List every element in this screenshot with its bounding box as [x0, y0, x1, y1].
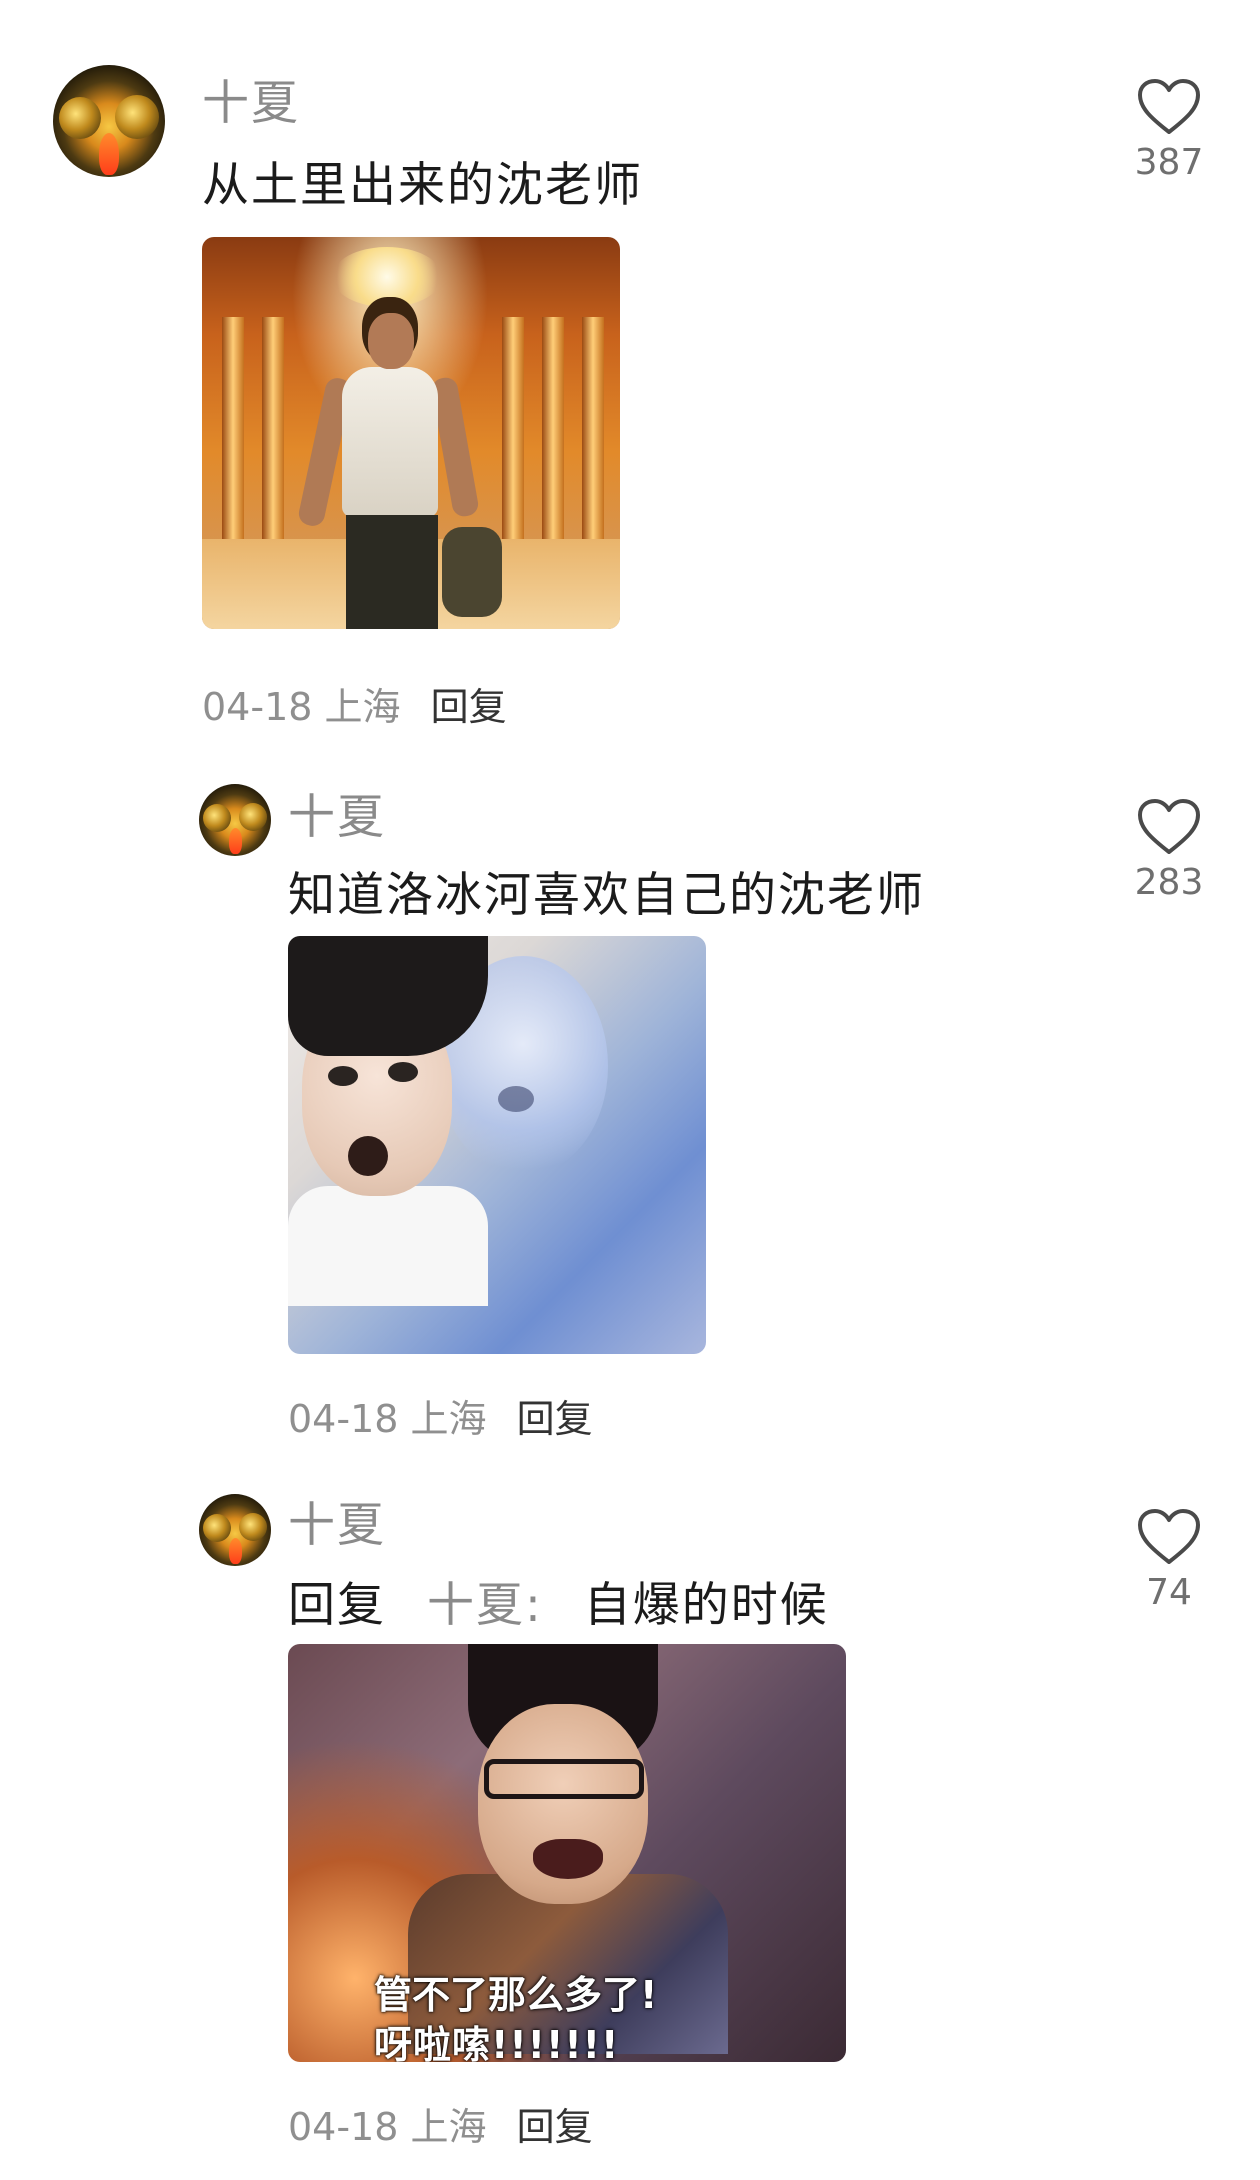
- avatar-eye-right: [239, 803, 267, 831]
- avatar[interactable]: [199, 1494, 271, 1566]
- username[interactable]: 十夏: [202, 64, 300, 133]
- comment-date: 04-18: [202, 685, 313, 729]
- reply-body: 自爆的时候: [583, 1578, 829, 1633]
- comment-image[interactable]: [288, 936, 706, 1354]
- reply-button[interactable]: 回复: [431, 685, 507, 729]
- avatar-eye-left: [203, 1514, 231, 1542]
- person-eye: [328, 1066, 358, 1086]
- avatar-flame: [99, 133, 119, 175]
- person-pants: [346, 515, 438, 629]
- reply-item: 十夏 知道洛冰河喜欢自己的沈老师 04-18 上海 回复 283: [0, 760, 1260, 1470]
- reply-button[interactable]: 回复: [517, 2105, 593, 2149]
- comment-image[interactable]: [202, 237, 620, 629]
- avatar-eye-left: [203, 804, 231, 832]
- reply-prefix: 回复: [288, 1578, 386, 1633]
- username[interactable]: 十夏: [288, 778, 386, 847]
- avatar-flame: [229, 1538, 242, 1564]
- avatar-eye-right: [239, 1513, 267, 1541]
- image-caption: 呀啦嗦!!!!!!!: [374, 2023, 620, 2062]
- heart-outline-icon: [1138, 79, 1200, 134]
- avatar[interactable]: [53, 65, 165, 177]
- comment-meta: 04-18 上海 回复: [288, 2096, 593, 2151]
- avatar-flame: [229, 828, 242, 854]
- person-shirt: [342, 367, 438, 517]
- person-mouth: [348, 1136, 388, 1176]
- reply-button[interactable]: 回复: [517, 1397, 593, 1441]
- person-face: [368, 313, 414, 369]
- like-count: 74: [1146, 1572, 1192, 1613]
- avatar-eye-left: [59, 97, 101, 139]
- reply-target-username[interactable]: 十夏: [427, 1578, 525, 1633]
- like-count: 387: [1134, 142, 1204, 183]
- like-count: 283: [1134, 862, 1204, 903]
- reply-separator: :: [524, 1578, 543, 1633]
- person-glasses: [484, 1759, 644, 1799]
- reply-item: 十夏 回复 十夏: 自爆的时候 管不了那么多了! 呀啦嗦!!!!!!! 04-1…: [0, 1470, 1260, 2180]
- comment-text: 从土里出来的沈老师: [202, 158, 643, 213]
- image-caption: 管不了那么多了!: [374, 1973, 658, 2017]
- username[interactable]: 十夏: [288, 1486, 386, 1555]
- comment-meta: 04-18 上海 回复: [202, 676, 507, 731]
- comment-date: 04-18: [288, 1397, 399, 1441]
- comment-date: 04-18: [288, 2105, 399, 2149]
- like-button[interactable]: 283: [1114, 798, 1224, 903]
- comment-image[interactable]: 管不了那么多了! 呀啦嗦!!!!!!!: [288, 1644, 846, 2062]
- avatar[interactable]: [199, 784, 271, 856]
- comment-text: 回复 十夏: 自爆的时候: [288, 1566, 829, 1635]
- comment-text: 知道洛冰河喜欢自己的沈老师: [288, 868, 925, 923]
- avatar-eye-right: [115, 95, 159, 139]
- like-button[interactable]: 74: [1114, 1508, 1224, 1613]
- heart-outline-icon: [1138, 1509, 1200, 1564]
- comment-location: 上海: [410, 2105, 487, 2149]
- person-bag: [442, 527, 502, 617]
- person-shirt: [288, 1186, 488, 1306]
- person-mouth: [533, 1839, 603, 1879]
- like-button[interactable]: 387: [1114, 78, 1224, 183]
- heart-outline-icon: [1138, 799, 1200, 854]
- person-eye: [388, 1062, 418, 1082]
- comment-item: 十夏 从土里出来的沈老师 04-18 上海 回复 387: [0, 0, 1260, 760]
- comment-location: 上海: [410, 1397, 487, 1441]
- person-hair: [288, 936, 488, 1056]
- comment-meta: 04-18 上海 回复: [288, 1388, 593, 1443]
- comment-location: 上海: [324, 685, 401, 729]
- ghost-mouth: [498, 1086, 534, 1112]
